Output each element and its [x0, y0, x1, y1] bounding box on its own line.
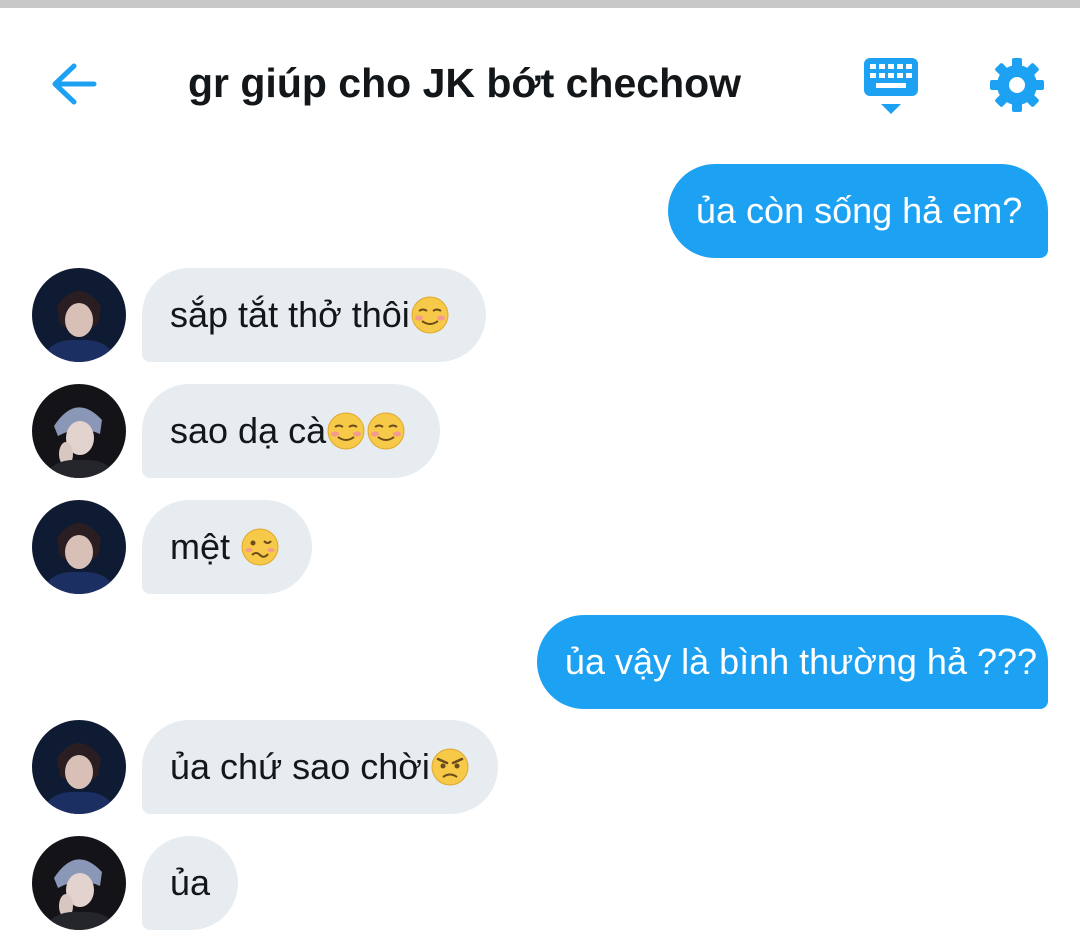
- smiling-face-icon: [411, 296, 449, 334]
- message-text: mệt: [170, 526, 241, 567]
- message-text: sao dạ cà: [170, 410, 327, 451]
- incoming-message-bubble[interactable]: sao dạ cà: [142, 384, 440, 478]
- keyboard-toggle-button[interactable]: [860, 54, 924, 118]
- conversation-title: gr giúp cho JK bớt chechow: [188, 60, 742, 106]
- message-text: ủa chứ sao chời: [170, 746, 430, 787]
- gear-icon: [990, 58, 1044, 112]
- back-button[interactable]: [40, 54, 110, 114]
- status-bar-edge: [0, 0, 1080, 8]
- conversation-header: gr giúp cho JK bớt chechow: [0, 8, 1080, 148]
- incoming-message-bubble[interactable]: sắp tắt thở thôi: [142, 268, 486, 362]
- message-text: ủa: [170, 862, 211, 903]
- keyboard-icon: [864, 58, 918, 114]
- avatar[interactable]: [32, 500, 126, 594]
- avatar[interactable]: [32, 836, 126, 930]
- outgoing-message-bubble[interactable]: ủa còn sống hả em?: [668, 164, 1048, 258]
- message-text: sắp tắt thở thôi: [170, 294, 410, 335]
- woozy-face-icon: [241, 528, 279, 566]
- angry-face-icon: [431, 748, 469, 786]
- incoming-message-bubble[interactable]: mệt: [142, 500, 312, 594]
- outgoing-message-bubble[interactable]: ủa vậy là bình thường hả ???: [537, 615, 1048, 709]
- settings-button[interactable]: [988, 56, 1046, 114]
- arrow-left-icon: [52, 63, 97, 105]
- avatar[interactable]: [32, 720, 126, 814]
- message-text: ủa còn sống hả em?: [696, 190, 1023, 231]
- incoming-message-bubble[interactable]: ủa chứ sao chời: [142, 720, 498, 814]
- avatar[interactable]: [32, 268, 126, 362]
- avatar[interactable]: [32, 384, 126, 478]
- smiling-face-icon: [327, 412, 365, 450]
- smiling-face-icon: [367, 412, 405, 450]
- incoming-message-bubble[interactable]: ủa: [142, 836, 238, 930]
- message-text: ủa vậy là bình thường hả ???: [565, 641, 1038, 682]
